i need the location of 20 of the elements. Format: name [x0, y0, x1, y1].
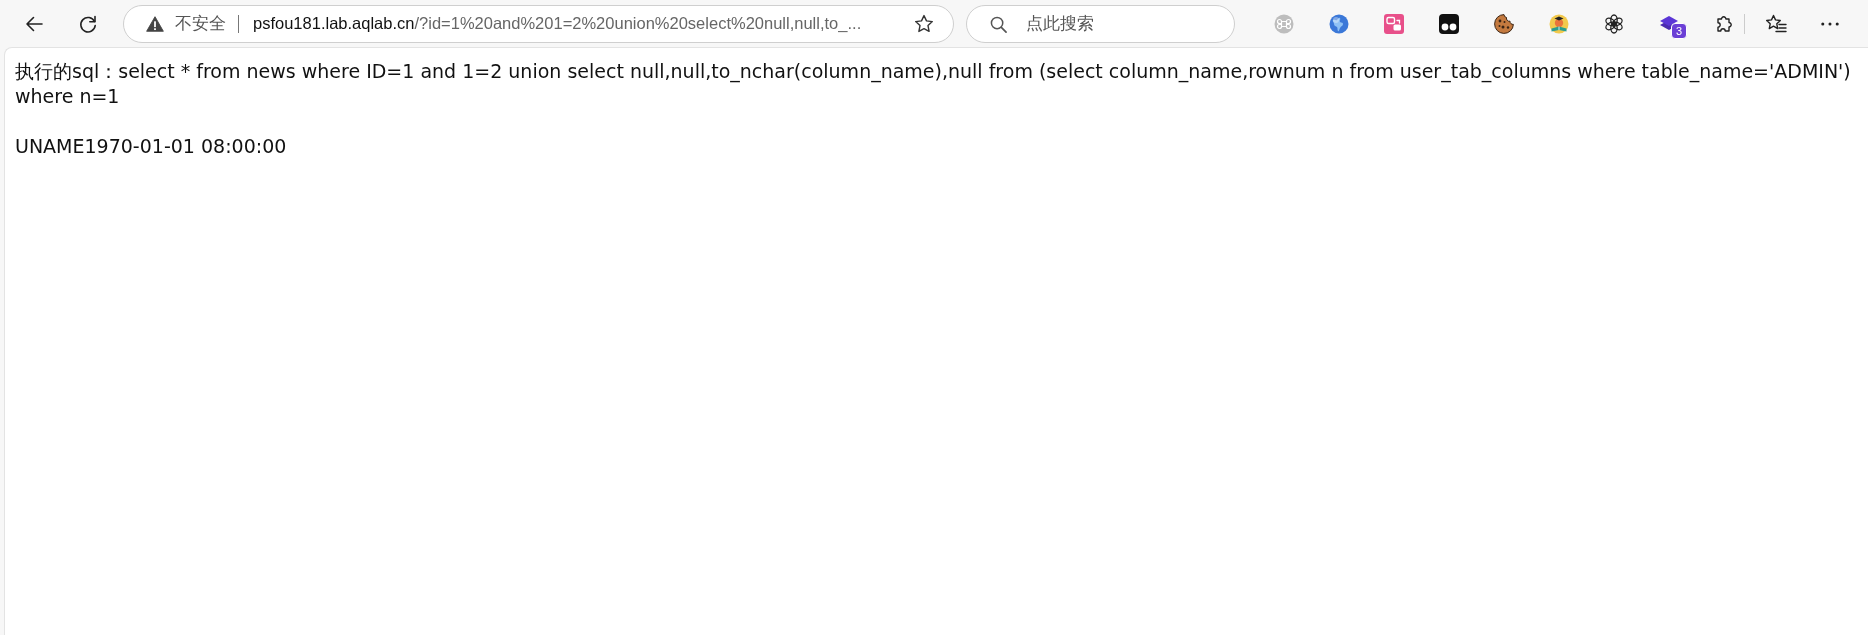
- book-icon[interactable]: [1549, 13, 1569, 34]
- search-field[interactable]: 点此搜索: [966, 4, 1235, 43]
- globe-icon[interactable]: [1329, 13, 1349, 34]
- search-icon: [990, 15, 1007, 33]
- warning-icon[interactable]: [146, 15, 164, 32]
- two-dots-icon[interactable]: [1439, 13, 1459, 34]
- puzzle-icon[interactable]: [1714, 13, 1734, 34]
- address-bar[interactable]: 不安全 psfou181.lab.aqlab.cn/?id=1%20and%201=2%20union%20select%20null,null,to_...: [123, 4, 954, 43]
- bookmark-star-icon[interactable]: [914, 13, 934, 34]
- query-result-text: UNAME1970-01-01 08:00:00: [15, 134, 288, 159]
- translate-icon[interactable]: [1384, 13, 1404, 34]
- security-label[interactable]: 不安全: [175, 12, 226, 35]
- url-text[interactable]: psfou181.lab.aqlab.cn/?id=1%20and%201=2%20union%20select%20null,null,to_...: [253, 14, 906, 33]
- sql-query-text: 执行的sql：select * from news where ID=1 and 1=2 union select null,null,to_nchar(column_name),null from (select column_name,rownum n from user_tab_columns where table_name='ADMIN') where n=1: [15, 59, 1852, 109]
- reload-icon[interactable]: [78, 13, 98, 34]
- notification-badge: 3: [1671, 22, 1688, 39]
- favorites-icon[interactable]: [1765, 13, 1787, 34]
- more-icon[interactable]: [1821, 21, 1839, 26]
- knot-icon[interactable]: [1604, 13, 1624, 34]
- cookie-icon[interactable]: [1494, 13, 1514, 34]
